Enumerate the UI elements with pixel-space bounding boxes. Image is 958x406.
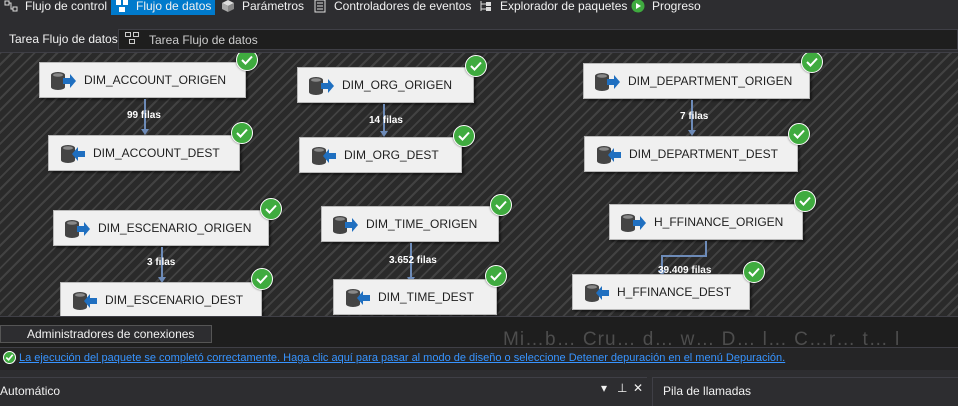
success-check-icon	[465, 55, 487, 77]
data-flow-canvas[interactable]: DIM_ACCOUNT_ORIGEN 99 filas DIM_ACCOUNT_…	[0, 53, 958, 316]
component-dim-org-dest[interactable]: DIM_ORG_DEST	[299, 137, 462, 173]
data-flow-icon	[115, 0, 129, 13]
success-check-icon	[788, 123, 810, 145]
destination-icon	[310, 146, 336, 166]
component-h-ffinance-dest[interactable]: H_FFINANCE_DEST	[572, 274, 750, 310]
row-count: 99 filas	[127, 110, 161, 121]
tab-label: Administradores de conexiones	[27, 327, 195, 341]
control-flow-icon	[4, 0, 18, 13]
success-check-icon	[490, 194, 512, 216]
tab-label: Flujo de datos	[136, 0, 212, 13]
task-label: Tarea Flujo de datos:	[9, 32, 122, 46]
tab-progress[interactable]: Progreso	[631, 0, 701, 15]
source-icon	[50, 71, 76, 91]
task-selector-bar: Tarea Flujo de datos: Tarea Flujo de dat…	[0, 27, 958, 53]
component-dim-account-origen[interactable]: DIM_ACCOUNT_ORIGEN	[39, 62, 246, 98]
tab-parameters[interactable]: Parámetros	[221, 0, 304, 15]
component-dim-org-origen[interactable]: DIM_ORG_ORIGEN	[297, 67, 474, 103]
component-dim-time-dest[interactable]: DIM_TIME_DEST	[333, 279, 497, 315]
success-check-icon	[485, 265, 507, 287]
parameters-icon	[221, 0, 235, 13]
tab-label: Parámetros	[242, 0, 305, 13]
play-icon	[631, 0, 645, 13]
success-check-icon	[801, 53, 823, 73]
tab-label: Controladores de eventos	[334, 0, 472, 13]
success-check-icon	[3, 351, 16, 364]
success-check-icon	[794, 190, 816, 212]
dropdown-icon[interactable]: ▾	[601, 381, 607, 395]
component-dim-department-origen[interactable]: DIM_DEPARTMENT_ORIGEN	[583, 63, 810, 99]
success-check-icon	[260, 198, 282, 220]
close-icon[interactable]: ✕	[633, 381, 643, 395]
execution-status-bar: La ejecución del paquete se completó cor…	[0, 347, 958, 370]
component-dim-department-dest[interactable]: DIM_DEPARTMENT_DEST	[584, 136, 798, 172]
source-icon	[332, 215, 358, 235]
row-count: 7 filas	[680, 111, 709, 122]
data-flow-task-icon	[125, 32, 139, 47]
success-check-icon	[231, 122, 253, 144]
task-dropdown-value: Tarea Flujo de datos	[149, 32, 258, 47]
component-dim-account-dest[interactable]: DIM_ACCOUNT_DEST	[48, 135, 240, 171]
connection-managers-bar: Administradores de conexiones Mi…b… Cru……	[0, 316, 958, 350]
component-label: DIM_ORG_DEST	[344, 148, 439, 162]
pane-title: Automático	[0, 384, 61, 398]
pane-title: Pila de llamadas	[663, 384, 752, 398]
row-count: 3.652 filas	[389, 255, 437, 266]
source-icon	[64, 219, 90, 239]
tab-control-flow[interactable]: Flujo de control	[4, 0, 107, 15]
component-label: H_FFINANCE_ORIGEN	[654, 215, 784, 229]
component-dim-escenario-dest[interactable]: DIM_ESCENARIO_DEST	[60, 282, 262, 316]
row-count: 14 filas	[369, 115, 403, 126]
component-label: H_FFINANCE_DEST	[617, 285, 732, 299]
source-icon	[308, 76, 334, 96]
component-dim-escenario-origen[interactable]: DIM_ESCENARIO_ORIGEN	[53, 210, 269, 246]
component-label: DIM_DEPARTMENT_DEST	[629, 147, 778, 161]
execution-status-link[interactable]: La ejecución del paquete se completó cor…	[19, 352, 785, 364]
tab-label: Progreso	[652, 0, 701, 13]
tab-label: Explorador de paquetes	[500, 0, 628, 13]
destination-icon	[344, 288, 370, 308]
tab-label: Flujo de control	[25, 0, 108, 13]
task-dropdown[interactable]: Tarea Flujo de datos	[118, 29, 958, 50]
component-dim-time-origen[interactable]: DIM_TIME_ORIGEN	[321, 206, 499, 242]
designer-tab-bar: Flujo de control Flujo de datos Parámetr…	[0, 0, 958, 15]
event-handlers-icon	[313, 0, 327, 13]
destination-icon	[71, 291, 97, 311]
component-label: DIM_ESCENARIO_DEST	[105, 293, 244, 307]
component-label: DIM_ESCENARIO_ORIGEN	[98, 221, 252, 235]
component-label: DIM_ORG_ORIGEN	[342, 78, 453, 92]
component-label: DIM_ACCOUNT_DEST	[93, 146, 220, 160]
pin-icon[interactable]: ⊥	[617, 381, 627, 395]
component-label: DIM_TIME_DEST	[378, 290, 475, 304]
tab-event-handlers[interactable]: Controladores de eventos	[313, 0, 471, 15]
tab-package-explorer[interactable]: Explorador de paquetes	[479, 0, 627, 15]
success-check-icon	[251, 268, 273, 290]
component-label: DIM_TIME_ORIGEN	[366, 217, 478, 231]
source-icon	[594, 72, 620, 92]
destination-icon	[595, 145, 621, 165]
tab-connection-managers[interactable]: Administradores de conexiones	[0, 325, 212, 343]
destination-icon	[59, 144, 85, 164]
success-check-icon	[743, 261, 765, 283]
tab-data-flow[interactable]: Flujo de datos	[111, 0, 215, 15]
success-check-icon	[453, 125, 475, 147]
component-h-ffinance-origen[interactable]: H_FFINANCE_ORIGEN	[609, 204, 803, 240]
component-label: DIM_DEPARTMENT_ORIGEN	[628, 74, 793, 88]
data-path[interactable]	[661, 255, 705, 257]
source-icon	[620, 213, 646, 233]
call-stack-pane: Pila de llamadas	[652, 377, 958, 406]
autos-pane: Automático ▾ ⊥ ✕	[0, 377, 647, 406]
package-explorer-icon	[479, 0, 493, 13]
destination-icon	[583, 283, 609, 303]
data-path[interactable]	[705, 241, 707, 257]
success-check-icon	[236, 53, 258, 71]
row-count: 3 filas	[147, 257, 176, 268]
component-label: DIM_ACCOUNT_ORIGEN	[84, 73, 227, 87]
